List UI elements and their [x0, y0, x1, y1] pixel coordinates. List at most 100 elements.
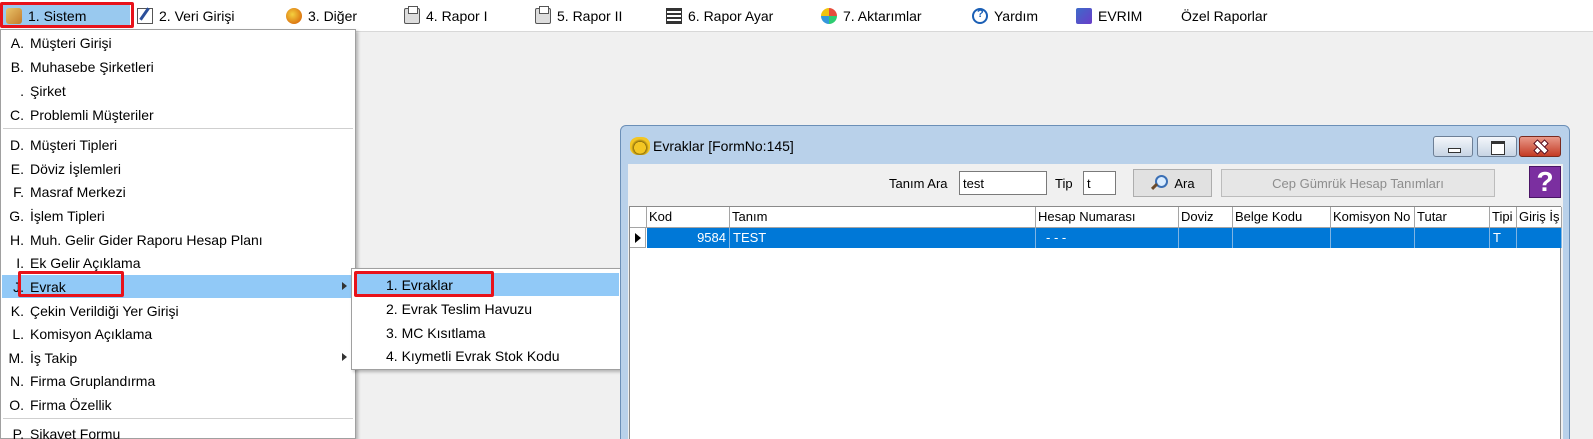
- dropdown-item-label: Masraf Merkezi: [30, 183, 126, 200]
- menu-veri-girisi-label: 2. Veri Girişi: [159, 8, 235, 24]
- menu-aktarimlar[interactable]: 7. Aktarımlar: [821, 4, 922, 28]
- dropdown-item-firma-gruplandirma[interactable]: N. Firma Gruplandırma: [2, 369, 354, 392]
- grid-cell-kod[interactable]: 9584: [647, 228, 730, 248]
- dropdown-item-label: Şikayet Formu: [30, 425, 121, 439]
- grid-cell-tanim[interactable]: TEST: [730, 228, 1036, 248]
- menu-yardim-label: Yardım: [994, 8, 1039, 24]
- dropdown-item-doviz-islemleri[interactable]: E. Döviz İşlemleri: [2, 157, 354, 180]
- submenu-item-evraklar[interactable]: 1. Evraklar: [354, 273, 619, 296]
- menu-veri-girisi[interactable]: 2. Veri Girişi: [137, 4, 234, 28]
- grid-header-giris-is[interactable]: Giriş İş: [1517, 207, 1562, 228]
- dropdown-item-komisyon-aciklama[interactable]: L. Komisyon Açıklama: [2, 322, 354, 345]
- dropdown-item-key: A.: [10, 34, 24, 51]
- cep-gumruk-button-label: Cep Gümrük Hesap Tanımları: [1272, 175, 1444, 191]
- search-input[interactable]: [959, 171, 1047, 195]
- printer-icon: [404, 6, 420, 24]
- menu-sistem[interactable]: 1. Sistem: [2, 4, 130, 28]
- menu-rapor-2[interactable]: 5. Rapor II: [535, 4, 622, 28]
- dropdown-item-musteri-tipleri[interactable]: D. Müşteri Tipleri: [2, 133, 354, 156]
- dropdown-separator: [3, 128, 353, 129]
- window-client-area: Tanım Ara Tip Ara Cep Gümrük Hesap Tanım…: [628, 164, 1563, 439]
- grid-cell-belge-kodu[interactable]: [1233, 228, 1331, 248]
- dropdown-item-label: Firma Gruplandırma: [30, 372, 156, 389]
- submenu-item-evrak-teslim-havuzu[interactable]: 2. Evrak Teslim Havuzu: [354, 297, 619, 320]
- menu-yardim[interactable]: Yardım: [972, 4, 1038, 28]
- submenu-item-kiymetli-evrak-stok-kodu[interactable]: 4. Kıymetli Evrak Stok Kodu: [354, 344, 619, 367]
- menu-evrim-label: EVRIM: [1098, 8, 1143, 24]
- grid-cell-tipi[interactable]: T: [1490, 228, 1517, 248]
- grid-cell-komisyon-no[interactable]: [1331, 228, 1415, 248]
- menu-rapor-1[interactable]: 4. Rapor I: [404, 4, 487, 28]
- grid-header-doviz[interactable]: Doviz: [1179, 207, 1233, 228]
- printer-icon: [535, 6, 551, 24]
- help-icon: [972, 8, 988, 24]
- dropdown-item-key: F.: [13, 183, 24, 200]
- dropdown-item-key: E.: [10, 160, 24, 177]
- dropdown-item-sirket[interactable]: . Şirket: [2, 79, 354, 102]
- close-button[interactable]: [1519, 136, 1561, 157]
- menu-rapor-ayar[interactable]: 6. Rapor Ayar: [666, 4, 773, 28]
- dropdown-item-key: I.: [16, 254, 24, 271]
- evraklar-grid[interactable]: Kod Tanım Hesap Numarası Doviz Belge Kod…: [629, 206, 1562, 439]
- dropdown-item-key: L.: [12, 325, 24, 342]
- grid-header-hesap-numarasi[interactable]: Hesap Numarası: [1036, 207, 1179, 228]
- grid-cell-tutar[interactable]: [1415, 228, 1490, 248]
- grid-header-komisyon-no[interactable]: Komisyon No: [1331, 207, 1415, 228]
- search-button[interactable]: Ara: [1133, 169, 1212, 197]
- dropdown-item-label: Komisyon Açıklama: [30, 325, 153, 342]
- menu-diger-label: 3. Diğer: [308, 8, 358, 24]
- row-indicator-icon: [630, 228, 646, 248]
- grid-header-tanim[interactable]: Tanım: [730, 207, 1036, 228]
- submenu-item-label: 2. Evrak Teslim Havuzu: [386, 300, 533, 317]
- dropdown-item-label: Evrak: [30, 278, 66, 295]
- dropdown-item-ek-gelir-aciklama[interactable]: I. Ek Gelir Açıklama: [2, 251, 354, 274]
- grid-cell-hesap-numarasi[interactable]: - - -: [1036, 228, 1179, 248]
- grid-header-tipi[interactable]: Tipi: [1490, 207, 1517, 228]
- menu-diger[interactable]: 3. Diğer: [286, 4, 357, 28]
- dropdown-item-sikayet-formu[interactable]: P. Şikayet Formu: [2, 422, 354, 439]
- minimize-button[interactable]: [1433, 136, 1473, 157]
- grid-header-kod[interactable]: Kod: [647, 207, 730, 228]
- report-settings-icon: [666, 8, 682, 24]
- submenu-item-label: 4. Kıymetli Evrak Stok Kodu: [386, 347, 560, 364]
- submenu-item-label: 1. Evraklar: [386, 276, 453, 293]
- dropdown-item-firma-ozellik[interactable]: O. Firma Özellik: [2, 393, 354, 416]
- dropdown-item-islem-tipleri[interactable]: G. İşlem Tipleri: [2, 204, 354, 227]
- menu-ozel-raporlar[interactable]: Özel Raporlar: [1181, 4, 1267, 28]
- search-button-label: Ara: [1174, 175, 1195, 191]
- menu-evrim[interactable]: EVRIM: [1076, 4, 1142, 28]
- sistem-dropdown-menu: A. Müşteri Girişi B. Muhasebe Şirketleri…: [0, 29, 356, 439]
- dropdown-item-label: Müşteri Girişi: [30, 34, 112, 51]
- grid-header-tutar[interactable]: Tutar: [1415, 207, 1490, 228]
- window-titlebar[interactable]: Evraklar [FormNo:145]: [621, 126, 1569, 164]
- grid-header-belge-kodu[interactable]: Belge Kodu: [1233, 207, 1331, 228]
- dropdown-item-is-takip[interactable]: M. İş Takip: [2, 346, 354, 369]
- other-icon: [286, 8, 302, 24]
- dropdown-item-evrak[interactable]: J. Evrak: [2, 275, 354, 298]
- window-title: Evraklar [FormNo:145]: [653, 138, 794, 154]
- dropdown-item-masraf-merkezi[interactable]: F. Masraf Merkezi: [2, 180, 354, 203]
- dropdown-item-key: K.: [10, 302, 24, 319]
- help-icon[interactable]: ?: [1529, 166, 1561, 198]
- maximize-button[interactable]: [1477, 136, 1517, 157]
- tip-input[interactable]: [1083, 171, 1116, 195]
- menu-sistem-label: 1. Sistem: [28, 8, 87, 24]
- dropdown-item-musteri-girisi[interactable]: A. Müşteri Girişi: [2, 31, 354, 54]
- data-entry-icon: [137, 8, 153, 24]
- dropdown-item-label: Şirket: [30, 82, 66, 99]
- cep-gumruk-button[interactable]: Cep Gümrük Hesap Tanımları: [1221, 169, 1495, 197]
- submenu-item-label: 3. MC Kısıtlama: [386, 324, 486, 341]
- transfer-icon: [821, 8, 837, 24]
- menu-aktarimlar-label: 7. Aktarımlar: [843, 8, 922, 24]
- submenu-item-mc-kisitlama[interactable]: 3. MC Kısıtlama: [354, 321, 619, 344]
- dropdown-item-cekin-verildigi-yer[interactable]: K. Çekin Verildiği Yer Girişi: [2, 299, 354, 322]
- dropdown-item-problemli-musteriler[interactable]: C. Problemli Müşteriler: [2, 103, 354, 126]
- dropdown-separator: [3, 418, 353, 419]
- dropdown-item-label: Muhasebe Şirketleri: [30, 58, 154, 75]
- dropdown-item-label: İşlem Tipleri: [30, 207, 105, 224]
- dropdown-item-gelir-gider-raporu[interactable]: H. Muh. Gelir Gider Raporu Hesap Planı: [2, 228, 354, 251]
- dropdown-item-key: G.: [9, 207, 24, 224]
- grid-cell-doviz[interactable]: [1179, 228, 1233, 248]
- dropdown-item-muhasebe-sirketleri[interactable]: B. Muhasebe Şirketleri: [2, 55, 354, 78]
- grid-cell-giris-is[interactable]: [1517, 228, 1562, 248]
